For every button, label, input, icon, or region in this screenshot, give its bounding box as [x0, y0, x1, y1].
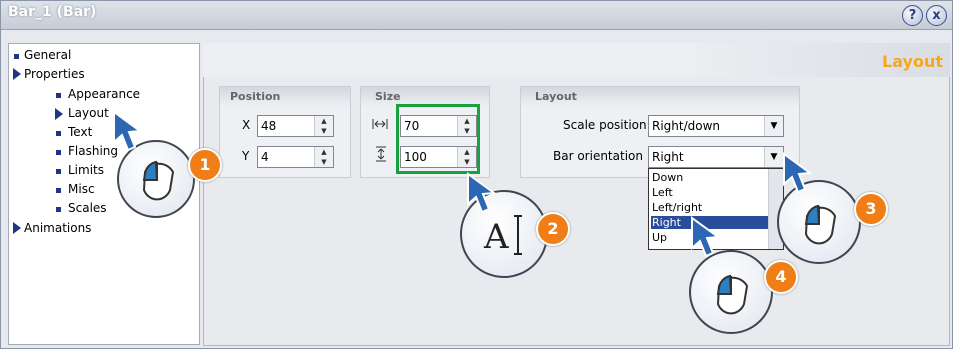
svg-text:A: A — [483, 217, 509, 257]
expand-arrow-icon — [13, 68, 21, 80]
help-pin-button[interactable]: ? — [902, 5, 923, 26]
scale-position-select[interactable]: Right/down ▼ — [648, 115, 784, 137]
selected-arrow-icon — [55, 108, 63, 120]
option-left-right[interactable]: Left/right — [651, 201, 770, 214]
bullet-icon — [56, 93, 61, 98]
bar-orientation-label: Bar orientation — [553, 149, 643, 163]
bar-orientation-select[interactable]: Right ▼ — [648, 146, 784, 168]
pane-title: Layout — [882, 52, 943, 71]
spin-up-icon[interactable]: ▲ — [315, 147, 333, 157]
window-title: Bar_1 (Bar) — [8, 4, 97, 20]
spin-up-icon[interactable]: ▲ — [315, 116, 333, 126]
expand-arrow-icon — [13, 222, 21, 234]
bar-orientation-value: Right — [652, 150, 684, 164]
cursor-arrow-icon — [108, 108, 148, 158]
y-label: Y — [242, 149, 250, 163]
tree-item-appearance[interactable]: Appearance — [68, 87, 140, 101]
chevron-down-icon[interactable]: ▼ — [764, 116, 783, 136]
cursor-arrow-icon — [462, 170, 502, 220]
height-icon — [375, 146, 387, 162]
bullet-icon — [56, 188, 61, 193]
width-icon — [372, 117, 388, 131]
cursor-arrow-icon — [686, 214, 726, 264]
bullet-icon — [56, 207, 61, 212]
cursor-arrow-icon — [778, 150, 818, 200]
bullet-icon — [56, 150, 61, 155]
tree-item-text[interactable]: Text — [68, 125, 92, 139]
bullet-icon — [56, 131, 61, 136]
tree-item-animations[interactable]: Animations — [24, 221, 91, 235]
step-badge-4: 4 — [764, 260, 798, 294]
tree-item-limits[interactable]: Limits — [68, 163, 104, 177]
step-badge-1: 1 — [188, 148, 222, 182]
pane-header — [203, 43, 950, 77]
x-value: 48 — [261, 119, 277, 133]
x-spin-buttons[interactable]: ▲ ▼ — [314, 116, 333, 136]
layout-group-label: Layout — [535, 90, 577, 103]
option-down[interactable]: Down — [651, 171, 770, 184]
size-group-label: Size — [375, 90, 401, 103]
tree-item-layout[interactable]: Layout — [68, 106, 109, 120]
title-bar — [1, 1, 952, 30]
bullet-icon — [14, 54, 19, 59]
y-spin-buttons[interactable]: ▲ ▼ — [314, 147, 333, 167]
spin-down-icon[interactable]: ▼ — [315, 126, 333, 136]
y-spinbox[interactable]: 4 ▲ ▼ — [257, 146, 334, 168]
tree-item-general[interactable]: General — [24, 48, 71, 62]
x-spinbox[interactable]: 48 ▲ ▼ — [257, 115, 334, 137]
tree-item-properties[interactable]: Properties — [24, 67, 85, 81]
x-label: X — [242, 118, 251, 132]
bullet-icon — [56, 169, 61, 174]
option-left[interactable]: Left — [651, 186, 770, 199]
y-value: 4 — [261, 150, 269, 164]
scale-position-value: Right/down — [652, 119, 721, 133]
position-group-label: Position — [230, 90, 281, 103]
tree-item-misc[interactable]: Misc — [68, 182, 95, 196]
tree-item-scales[interactable]: Scales — [68, 201, 107, 215]
step-badge-3: 3 — [854, 192, 888, 226]
step-badge-2: 2 — [536, 212, 570, 246]
close-button[interactable]: x — [926, 5, 947, 26]
size-fields-highlight — [396, 104, 480, 174]
spin-down-icon[interactable]: ▼ — [315, 157, 333, 167]
scale-position-label: Scale position — [563, 118, 647, 132]
